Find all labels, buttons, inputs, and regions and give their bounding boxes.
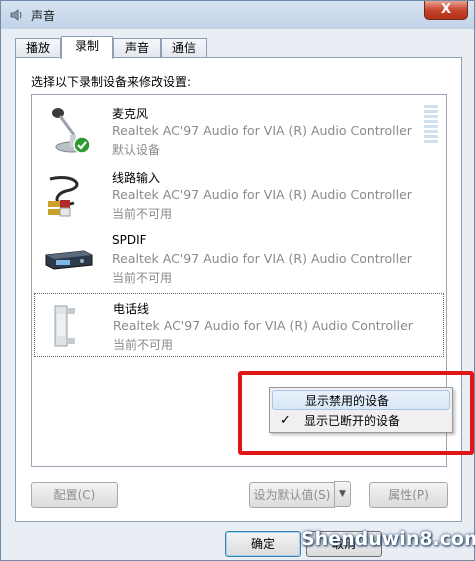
device-status: 当前不可用 — [112, 207, 173, 221]
telephone-icon — [54, 305, 75, 347]
device-name: 电话线 — [113, 302, 150, 316]
title-bar: 声音 X — [1, 1, 474, 29]
window-title: 声音 — [31, 9, 56, 23]
ok-button[interactable]: 确定 — [225, 531, 301, 557]
level-meter — [424, 105, 438, 145]
tab-recording[interactable]: 录制 — [61, 36, 113, 59]
spdif-device-icon — [45, 250, 93, 270]
device-driver: Realtek AC'97 Audio for VIA (R) Audio Co… — [112, 187, 412, 202]
sound-dialog: 声音 X 播放 录制 声音 通信 选择以下录制设备来修改设置: 麦克风 Real… — [0, 0, 475, 561]
device-item-line-in[interactable]: 线路输入 Realtek AC'97 Audio for VIA (R) Aud… — [34, 163, 444, 227]
tab-sounds[interactable]: 声音 — [113, 38, 161, 58]
device-item-telephone[interactable]: 电话线 Realtek AC'97 Audio for VIA (R) Audi… — [34, 293, 444, 357]
device-item-spdif[interactable]: SPDIF Realtek AC'97 Audio for VIA (R) Au… — [34, 227, 444, 291]
device-name: SPDIF — [112, 233, 147, 247]
device-driver: Realtek AC'97 Audio for VIA (R) Audio Co… — [113, 318, 413, 333]
tab-playback[interactable]: 播放 — [15, 38, 61, 58]
instructions-label: 选择以下录制设备来修改设置: — [31, 75, 192, 89]
configure-button[interactable]: 配置(C) — [31, 482, 118, 508]
close-icon: X — [440, 2, 452, 17]
tab-communications[interactable]: 通信 — [161, 38, 207, 58]
watermark-logo: Shenduwin8.com — [301, 528, 475, 550]
chevron-down-icon: ▼ — [339, 489, 346, 499]
device-status: 当前不可用 — [112, 271, 173, 285]
highlight-annotation — [238, 371, 474, 455]
close-button[interactable]: X — [424, 1, 468, 20]
properties-button[interactable]: 属性(P) — [369, 482, 448, 508]
microphone-icon — [52, 108, 91, 154]
set-default-button[interactable]: 设为默认值(S) — [249, 482, 335, 508]
device-name: 线路输入 — [112, 171, 161, 185]
device-name: 麦克风 — [112, 107, 149, 121]
device-driver: Realtek AC'97 Audio for VIA (R) Audio Co… — [112, 251, 412, 266]
device-item-microphone[interactable]: 麦克风 Realtek AC'97 Audio for VIA (R) Audi… — [34, 99, 444, 163]
set-default-dropdown[interactable]: ▼ — [334, 481, 351, 507]
line-in-cable-icon — [48, 176, 79, 217]
device-driver: Realtek AC'97 Audio for VIA (R) Audio Co… — [112, 123, 412, 138]
device-status: 默认设备 — [112, 143, 161, 157]
speaker-icon — [10, 9, 22, 21]
device-status: 当前不可用 — [113, 338, 174, 352]
